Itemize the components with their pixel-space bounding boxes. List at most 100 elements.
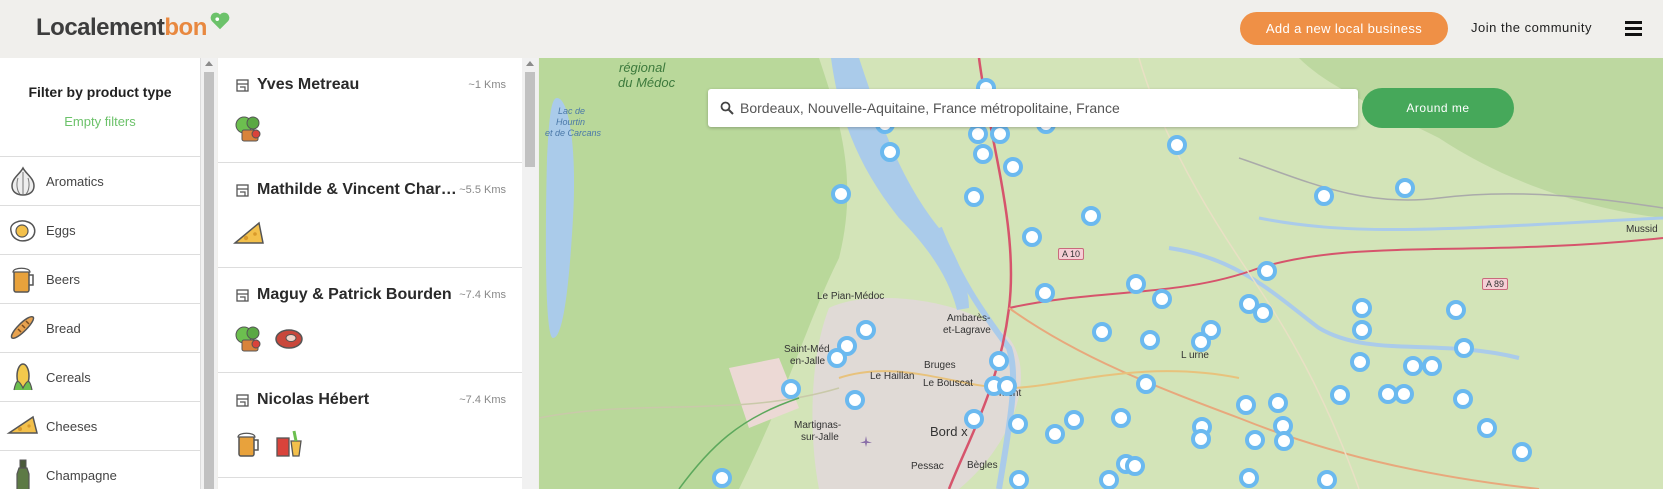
map-pin[interactable] [964,409,984,429]
map-pin[interactable] [1274,431,1294,451]
map-pin[interactable] [1454,338,1474,358]
category-beers[interactable]: Beers [0,255,200,304]
category-aromatics[interactable]: Aromatics [0,157,200,206]
map-pin[interactable] [1092,322,1112,342]
map-pin[interactable] [1352,320,1372,340]
map-label: Hourtin [556,117,586,127]
map-pin[interactable] [1099,470,1119,489]
category-label: Cheeses [46,418,98,434]
business-card[interactable]: Mathilde & Vincent Charl... ~5.5 Kms [218,163,522,268]
category-eggs[interactable]: Eggs [0,206,200,255]
map-pin[interactable] [1477,418,1497,438]
logo[interactable]: Localement bon [36,10,231,46]
map-pin[interactable] [990,124,1010,144]
map-pin[interactable] [1126,274,1146,294]
add-business-button[interactable]: Add a new local business [1240,12,1448,45]
map-pin[interactable] [1317,470,1337,489]
map-pin[interactable] [1245,430,1265,450]
map-pin[interactable] [1314,186,1334,206]
map-pin[interactable] [856,320,876,340]
map-pin[interactable] [1064,410,1084,430]
map-pin[interactable] [1008,414,1028,434]
scroll-up-arrow[interactable] [205,61,213,66]
map-pin[interactable] [1022,227,1042,247]
map-pin[interactable] [1352,298,1372,318]
map-pin[interactable] [1236,395,1256,415]
map-pin[interactable] [1035,283,1055,303]
category-bread[interactable]: Bread [0,304,200,353]
map-pin[interactable] [1191,429,1211,449]
map-pin[interactable] [831,184,851,204]
map-pin[interactable] [1081,206,1101,226]
category-label: Eggs [46,222,76,238]
map-pin[interactable] [1446,300,1466,320]
map-pin[interactable] [1111,408,1131,428]
map-pin[interactable] [1009,470,1029,489]
vegetables-icon [235,326,261,352]
join-community-link[interactable]: Join the community [1471,20,1592,35]
map-view[interactable]: régional du Médoc Lac de Hourtin et de C… [539,58,1663,489]
scrollbar-thumb[interactable] [525,72,535,167]
map-pin[interactable] [1136,374,1156,394]
around-me-button[interactable]: Around me [1362,88,1514,128]
category-cheeses[interactable]: Cheeses [0,402,200,451]
scroll-up-arrow[interactable] [526,61,534,66]
map-pin[interactable] [997,376,1017,396]
map-pin[interactable] [1268,393,1288,413]
business-distance: ~7.4 Kms [459,289,506,301]
logo-text-part2: bon [164,14,207,41]
map-pin[interactable] [1350,352,1370,372]
list-scrollbar[interactable] [522,58,538,489]
map-pin[interactable] [1003,157,1023,177]
category-label: Beers [46,271,80,287]
map-pin[interactable] [712,468,732,488]
category-champagne[interactable]: Champagne [0,451,200,489]
map-pin[interactable] [1403,356,1423,376]
map-label: en-Jalle [790,356,826,367]
map-pin[interactable] [968,124,988,144]
meat-icon [275,329,303,349]
map-label: Lac de [558,106,586,116]
map-pin[interactable] [845,390,865,410]
category-cereals[interactable]: Cereals [0,353,200,402]
map-pin[interactable] [1257,261,1277,281]
map-pin[interactable] [1167,135,1187,155]
business-card[interactable]: Nicolas Hébert ~7.4 Kms [218,373,522,478]
map-pin[interactable] [880,142,900,162]
scrollbar-thumb[interactable] [204,72,214,489]
logo-text-part1: Localement [36,14,165,41]
map-label: et-Lagrave [943,325,991,336]
business-name: Mathilde & Vincent Charl... [257,181,457,198]
filter-sidebar: Filter by product type Empty filters Aro… [0,58,201,489]
map-pin[interactable] [1395,178,1415,198]
map-pin[interactable] [973,144,993,164]
map-label: du Médoc [618,75,676,90]
map-pin[interactable] [1045,424,1065,444]
business-card[interactable]: Maguy & Patrick Bourden ~7.4 Kms [218,268,522,373]
map-pin[interactable] [781,379,801,399]
map-pin[interactable] [1422,356,1442,376]
map-pin[interactable] [964,187,984,207]
map-pin[interactable] [1125,456,1145,476]
map-pin[interactable] [1140,330,1160,350]
business-card[interactable]: Yves Metreau ~1 Kms [218,58,522,163]
map-pin[interactable] [989,351,1009,371]
map-pin[interactable] [1453,389,1473,409]
map-pin[interactable] [1394,384,1414,404]
map-pin[interactable] [1239,468,1259,488]
location-search-box[interactable] [708,89,1358,127]
map-pin[interactable] [1512,442,1532,462]
map-pin[interactable] [827,348,847,368]
map-pin[interactable] [1253,303,1273,323]
shop-icon [236,184,249,197]
empty-filters-link[interactable]: Empty filters [0,114,200,129]
filter-scrollbar[interactable] [201,58,217,489]
search-input[interactable] [740,100,1340,116]
hamburger-icon[interactable] [1625,21,1642,36]
map-pin[interactable] [1152,289,1172,309]
map-label: et de Carcans [545,128,602,138]
category-label: Aromatics [46,173,104,189]
corn-icon [13,363,33,391]
map-pin[interactable] [1330,385,1350,405]
map-pin[interactable] [1191,332,1211,352]
